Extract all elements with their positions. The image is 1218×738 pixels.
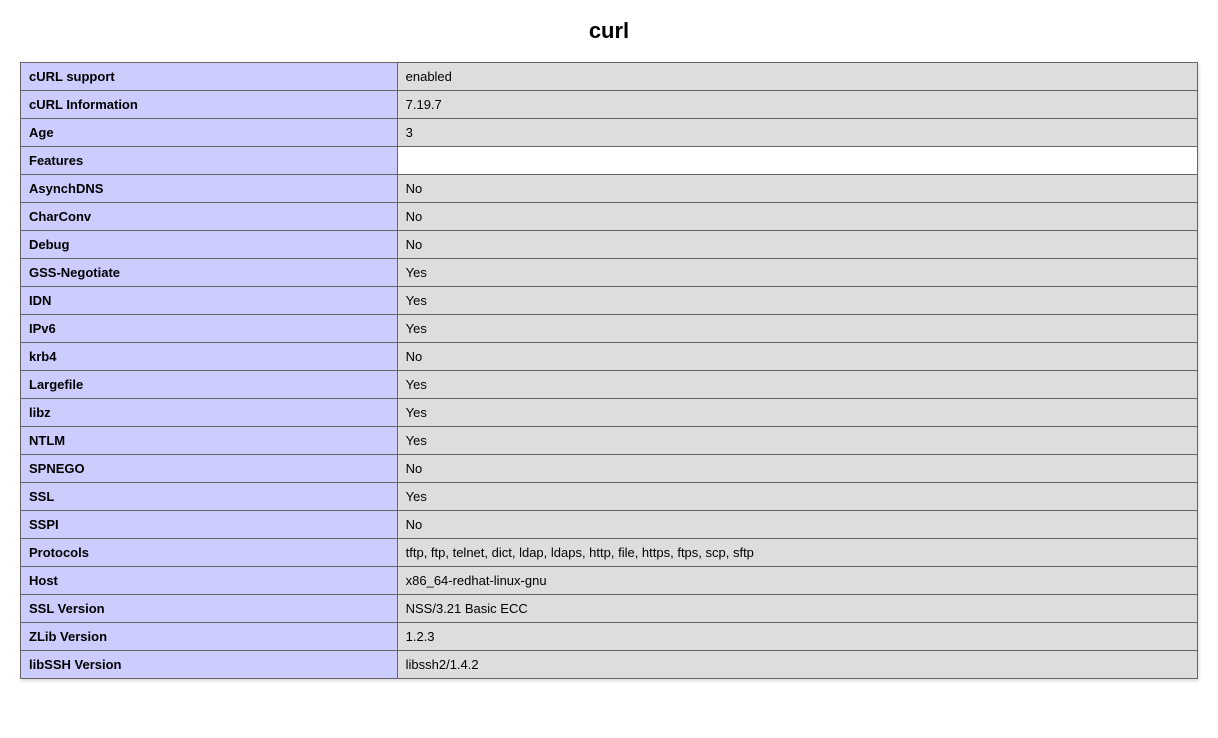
row-value: No xyxy=(397,511,1197,539)
table-row: cURL supportenabled xyxy=(21,63,1198,91)
row-key: Features xyxy=(21,147,398,175)
table-row: SPNEGONo xyxy=(21,455,1198,483)
row-key: SPNEGO xyxy=(21,455,398,483)
row-value: 7.19.7 xyxy=(397,91,1197,119)
row-key: Largefile xyxy=(21,371,398,399)
row-value: Yes xyxy=(397,483,1197,511)
table-row: SSLYes xyxy=(21,483,1198,511)
table-row: Hostx86_64-redhat-linux-gnu xyxy=(21,567,1198,595)
module-title: curl xyxy=(20,18,1198,44)
table-row: IPv6Yes xyxy=(21,315,1198,343)
row-value: No xyxy=(397,203,1197,231)
row-value: 3 xyxy=(397,119,1197,147)
table-row: cURL Information7.19.7 xyxy=(21,91,1198,119)
row-value: x86_64-redhat-linux-gnu xyxy=(397,567,1197,595)
row-key: IPv6 xyxy=(21,315,398,343)
table-row: LargefileYes xyxy=(21,371,1198,399)
row-value: No xyxy=(397,343,1197,371)
table-row: ZLib Version1.2.3 xyxy=(21,623,1198,651)
row-value: Yes xyxy=(397,259,1197,287)
row-key: Age xyxy=(21,119,398,147)
row-value: Yes xyxy=(397,315,1197,343)
row-value: Yes xyxy=(397,399,1197,427)
row-key: AsynchDNS xyxy=(21,175,398,203)
row-value: enabled xyxy=(397,63,1197,91)
table-row: DebugNo xyxy=(21,231,1198,259)
table-row: CharConvNo xyxy=(21,203,1198,231)
row-key: Debug xyxy=(21,231,398,259)
row-key: Host xyxy=(21,567,398,595)
row-key: GSS-Negotiate xyxy=(21,259,398,287)
row-value: Yes xyxy=(397,427,1197,455)
table-row: GSS-NegotiateYes xyxy=(21,259,1198,287)
table-row: SSL VersionNSS/3.21 Basic ECC xyxy=(21,595,1198,623)
row-key: libSSH Version xyxy=(21,651,398,679)
row-key: SSL Version xyxy=(21,595,398,623)
table-row: IDNYes xyxy=(21,287,1198,315)
row-key: IDN xyxy=(21,287,398,315)
row-value: libssh2/1.4.2 xyxy=(397,651,1197,679)
row-value xyxy=(397,147,1197,175)
row-key: cURL Information xyxy=(21,91,398,119)
row-value: No xyxy=(397,175,1197,203)
table-row: libzYes xyxy=(21,399,1198,427)
row-value: 1.2.3 xyxy=(397,623,1197,651)
row-value: Yes xyxy=(397,287,1197,315)
row-key: SSL xyxy=(21,483,398,511)
row-key: Protocols xyxy=(21,539,398,567)
row-key: CharConv xyxy=(21,203,398,231)
row-value: No xyxy=(397,231,1197,259)
row-value: No xyxy=(397,455,1197,483)
table-row: libSSH Versionlibssh2/1.4.2 xyxy=(21,651,1198,679)
table-row: krb4No xyxy=(21,343,1198,371)
table-row: Features xyxy=(21,147,1198,175)
row-value: Yes xyxy=(397,371,1197,399)
info-table: cURL supportenabledcURL Information7.19.… xyxy=(20,62,1198,679)
table-row: Protocolstftp, ftp, telnet, dict, ldap, … xyxy=(21,539,1198,567)
row-key: ZLib Version xyxy=(21,623,398,651)
table-row: Age3 xyxy=(21,119,1198,147)
row-key: libz xyxy=(21,399,398,427)
row-value: NSS/3.21 Basic ECC xyxy=(397,595,1197,623)
table-row: SSPINo xyxy=(21,511,1198,539)
table-row: NTLMYes xyxy=(21,427,1198,455)
row-value: tftp, ftp, telnet, dict, ldap, ldaps, ht… xyxy=(397,539,1197,567)
row-key: krb4 xyxy=(21,343,398,371)
row-key: SSPI xyxy=(21,511,398,539)
row-key: NTLM xyxy=(21,427,398,455)
table-row: AsynchDNSNo xyxy=(21,175,1198,203)
row-key: cURL support xyxy=(21,63,398,91)
